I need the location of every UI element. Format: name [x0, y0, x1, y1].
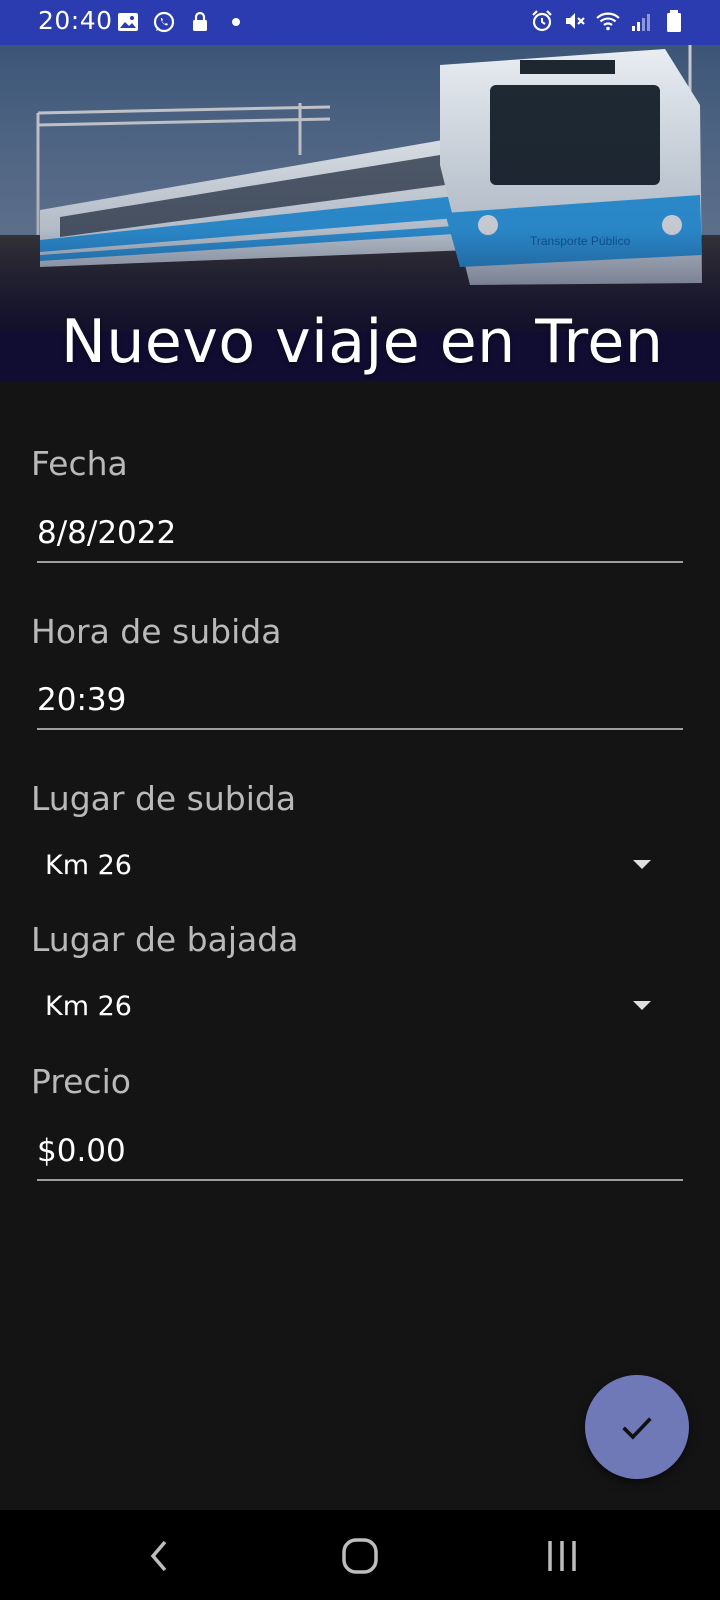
dot-icon [232, 18, 240, 26]
battery-icon [667, 10, 681, 32]
precio-label: Precio [31, 1062, 131, 1101]
image-icon [118, 13, 138, 31]
status-time: 20:40 [38, 6, 113, 35]
lugar-subida-label: Lugar de subida [31, 779, 297, 818]
navigation-bar [0, 1510, 720, 1600]
status-left-icons [116, 10, 248, 34]
back-icon[interactable] [138, 1534, 182, 1578]
lugar-bajada-dropdown[interactable]: Km 26 [37, 979, 667, 1035]
signal-icon [632, 14, 650, 31]
home-icon[interactable] [338, 1534, 382, 1578]
lugar-bajada-label: Lugar de bajada [31, 920, 299, 959]
precio-field[interactable]: $0.00 [37, 1131, 683, 1181]
alarm-icon [532, 10, 552, 32]
dropdown-arrow-icon [633, 860, 651, 869]
status-bar: 20:40 [0, 0, 720, 45]
wifi-icon [596, 12, 620, 31]
confirm-button[interactable] [585, 1375, 689, 1479]
hora-subida-field[interactable]: 20:39 [37, 680, 683, 730]
lugar-bajada-value: Km 26 [45, 991, 132, 1022]
whatsapp-icon [153, 11, 175, 33]
lugar-subida-dropdown[interactable]: Km 26 [37, 838, 667, 894]
check-icon [622, 1417, 652, 1440]
recents-icon[interactable] [540, 1534, 584, 1578]
header: Transporte Público Nuevo viaje en Tren [0, 45, 720, 382]
status-right-icons [530, 9, 686, 33]
hora-subida-label: Hora de subida [31, 612, 282, 651]
page-title: Nuevo viaje en Tren [61, 307, 664, 377]
fecha-field[interactable]: 8/8/2022 [37, 513, 683, 563]
lugar-subida-value: Km 26 [45, 850, 132, 881]
dropdown-arrow-icon [633, 1001, 651, 1010]
lock-icon [193, 11, 207, 31]
mute-icon [566, 13, 585, 29]
fecha-label: Fecha [31, 444, 128, 483]
